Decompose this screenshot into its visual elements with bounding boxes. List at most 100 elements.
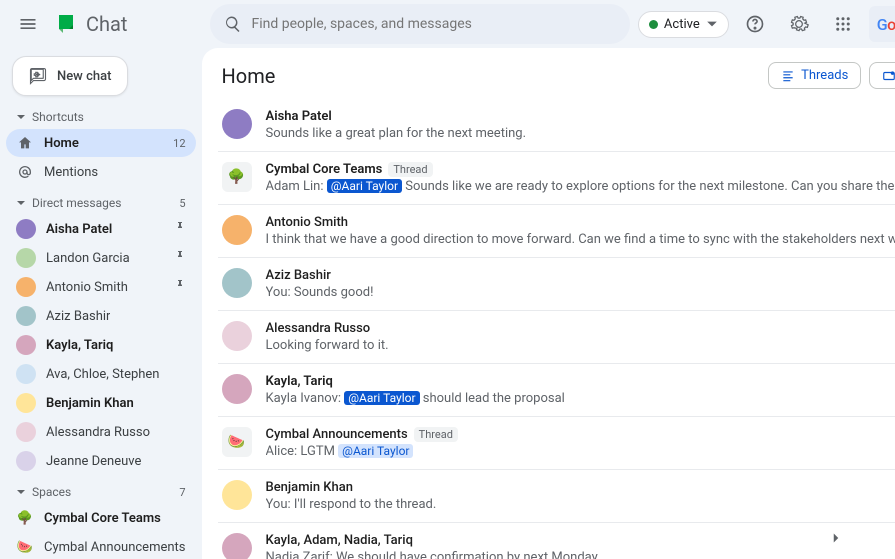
conversation-snippet: Alice: LGTM @Aari Taylor: [266, 444, 895, 459]
space-label: Cymbal Core Teams: [44, 511, 161, 526]
avatar: [222, 321, 252, 351]
avatar: [222, 374, 252, 404]
thread-badge: Thread: [388, 162, 432, 177]
dm-item[interactable]: Benjamin Khan: [6, 389, 196, 417]
avatar: [16, 451, 36, 471]
dms-section[interactable]: Direct messages 5: [6, 192, 196, 214]
avatar: [16, 277, 36, 297]
shortcut-home[interactable]: Home 12: [6, 129, 196, 157]
unread-icon: [882, 69, 895, 83]
conversation-name: Alessandra Russo: [266, 321, 371, 336]
search-bar[interactable]: [210, 4, 630, 44]
page-title: Home: [222, 64, 276, 88]
dm-item[interactable]: Landon Garcia: [6, 244, 196, 272]
spaces-section[interactable]: Spaces 7: [6, 481, 196, 503]
conversation-name: Cymbal Announcements: [266, 427, 408, 442]
caret-down-icon: [16, 487, 26, 497]
chat-logo-icon: [56, 12, 80, 36]
dm-item[interactable]: Aisha Patel: [6, 215, 196, 243]
google-account[interactable]: Google: [869, 6, 895, 42]
app-logo: Chat: [56, 12, 127, 36]
avatar: [222, 215, 252, 245]
pin-icon: [174, 279, 186, 295]
dm-label: Kayla, Tariq: [46, 338, 113, 353]
dms-count: 5: [179, 197, 185, 210]
dm-label: Landon Garcia: [46, 251, 130, 266]
app-name: Chat: [86, 12, 127, 36]
mention-chip: @Aari Taylor: [327, 179, 402, 193]
conversation-row[interactable]: 🍉 Cymbal Announcements Thread Alice: LGT…: [218, 417, 895, 470]
unread-filter[interactable]: Unread: [869, 62, 895, 89]
conversation-row[interactable]: Aziz Bashir You: Sounds good! 6 min: [218, 258, 895, 311]
conversation-row[interactable]: Alessandra Russo Looking forward to it. …: [218, 311, 895, 364]
conversation-row[interactable]: Benjamin Khan You: I'll respond to the t…: [218, 470, 895, 523]
chevron-down-icon: [706, 18, 718, 30]
dm-label: Alessandra Russo: [46, 425, 150, 440]
conversation-snippet: I think that we have a good direction to…: [266, 232, 895, 247]
conversation-name: Kayla, Adam, Nadia, Tariq: [266, 533, 413, 548]
search-input[interactable]: [252, 16, 616, 32]
conversation-snippet: Nadia Zarif: We should have confirmation…: [266, 550, 895, 559]
dm-label: Aziz Bashir: [46, 309, 110, 324]
shortcuts-section[interactable]: Shortcuts: [6, 106, 196, 128]
dm-item[interactable]: Aziz Bashir: [6, 302, 196, 330]
conversation-snippet: You: I'll respond to the thread.: [266, 497, 895, 512]
google-logo: Google: [877, 15, 895, 34]
space-item[interactable]: 🍉 Cymbal Announcements: [6, 533, 196, 559]
avatar: [222, 109, 252, 139]
new-chat-button[interactable]: New chat: [12, 56, 128, 96]
dm-item[interactable]: Ava, Chloe, Stephen: [6, 360, 196, 388]
conversation-name: Kayla, Tariq: [266, 374, 333, 389]
avatar: [16, 393, 36, 413]
status-selector[interactable]: Active: [638, 11, 729, 38]
expand-panel-button[interactable]: [827, 529, 845, 551]
pin-icon: [174, 221, 186, 237]
conversation-snippet: You: Sounds good!: [266, 285, 895, 300]
space-avatar: 🌳: [222, 162, 252, 192]
new-chat-icon: [29, 67, 47, 85]
conversation-snippet: Sounds like a great plan for the next me…: [266, 126, 895, 141]
conversation-snippet: Looking forward to it.: [266, 338, 895, 353]
space-avatar: 🍉: [222, 427, 252, 457]
settings-button[interactable]: [781, 6, 817, 42]
avatar: [16, 248, 36, 268]
conversation-row[interactable]: 🌳 Cymbal Core Teams Thread Adam Lin: @Aa…: [218, 152, 895, 205]
conversation-name: Antonio Smith: [266, 215, 349, 230]
search-icon: [224, 15, 242, 33]
apps-button[interactable]: [825, 6, 861, 42]
dm-label: Benjamin Khan: [46, 396, 134, 411]
mention-chip: @Aari Taylor: [338, 444, 413, 458]
caret-down-icon: [16, 112, 26, 122]
avatar: [222, 268, 252, 298]
conversation-name: Cymbal Core Teams: [266, 162, 383, 177]
conversation-row[interactable]: Kayla, Tariq Kayla Ivanov: @Aari Taylor …: [218, 364, 895, 417]
conversation-name: Aziz Bashir: [266, 268, 331, 283]
dm-label: Ava, Chloe, Stephen: [46, 367, 160, 382]
help-icon: [745, 14, 765, 34]
dm-item[interactable]: Alessandra Russo: [6, 418, 196, 446]
space-label: Cymbal Announcements: [44, 540, 186, 555]
new-chat-label: New chat: [57, 69, 111, 84]
dm-item[interactable]: Antonio Smith: [6, 273, 196, 301]
conversation-row[interactable]: Kayla, Adam, Nadia, Tariq Nadia Zarif: W…: [218, 523, 895, 559]
avatar: [222, 533, 252, 559]
help-button[interactable]: [737, 6, 773, 42]
dm-item[interactable]: Kayla, Tariq: [6, 331, 196, 359]
mention-icon: [17, 164, 33, 180]
dm-label: Jeanne Deneuve: [46, 454, 141, 469]
conversation-row[interactable]: Antonio Smith I think that we have a goo…: [218, 205, 895, 258]
conversation-snippet: Adam Lin: @Aari Taylor Sounds like we ar…: [266, 179, 895, 194]
shortcut-mentions[interactable]: Mentions: [6, 158, 196, 186]
home-icon: [17, 135, 33, 151]
avatar: [16, 335, 36, 355]
status-dot-icon: [649, 20, 658, 29]
dm-item[interactable]: Jeanne Deneuve: [6, 447, 196, 475]
conversation-snippet: Kayla Ivanov: @Aari Taylor should lead t…: [266, 391, 895, 406]
conversation-row[interactable]: Aisha Patel Sounds like a great plan for…: [218, 99, 895, 152]
main-menu-button[interactable]: [8, 4, 48, 44]
threads-filter[interactable]: Threads: [768, 62, 861, 89]
space-emoji-icon: 🌳: [16, 509, 34, 527]
space-item[interactable]: 🌳 Cymbal Core Teams: [6, 504, 196, 532]
avatar: [16, 364, 36, 384]
dm-label: Aisha Patel: [46, 222, 112, 237]
